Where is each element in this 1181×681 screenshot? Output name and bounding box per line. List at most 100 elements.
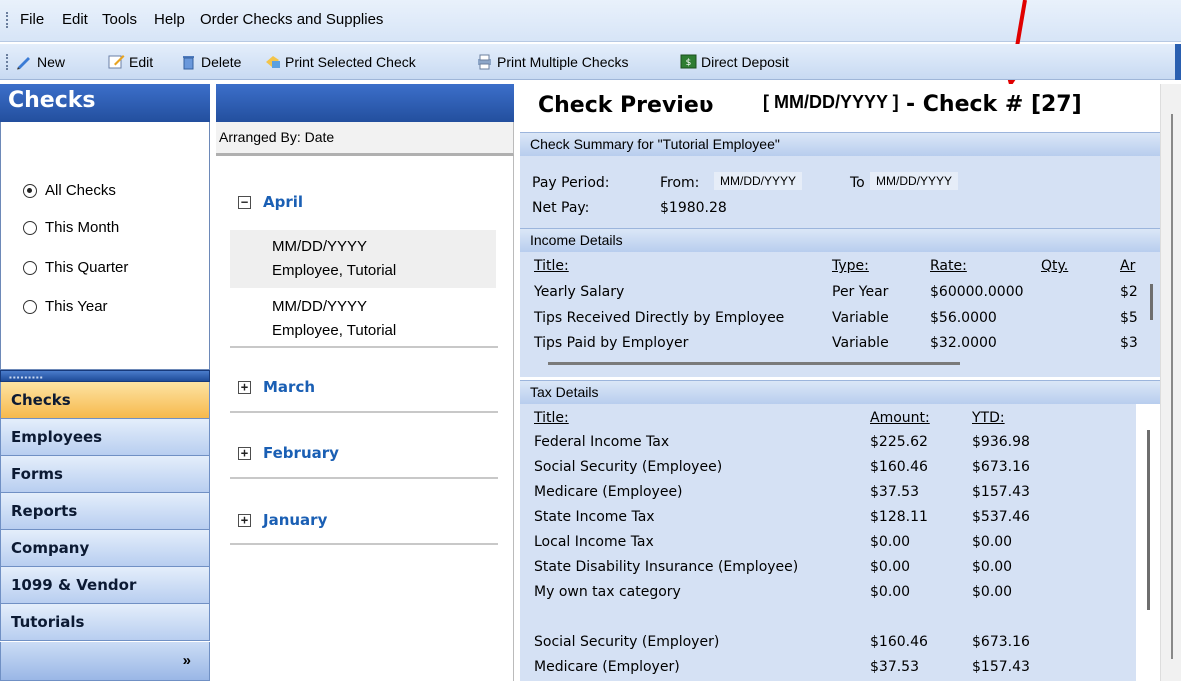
nav-forms[interactable]: Forms: [0, 456, 210, 493]
print-selected-check-button[interactable]: Print Selected Check: [264, 53, 416, 70]
filter-all-checks-label: All Checks: [45, 182, 116, 199]
nav-1099-vendor[interactable]: 1099 & Vendor: [0, 567, 210, 604]
month-group-january[interactable]: + January: [238, 511, 327, 529]
tax-row-title: Social Security (Employer): [534, 634, 720, 650]
income-vertical-scrollbar[interactable]: [1145, 280, 1157, 340]
income-col-type: Type:: [832, 258, 869, 274]
table-row: Medicare (Employer) $37.53 $157.43: [520, 657, 1120, 679]
nav-company[interactable]: Company: [0, 530, 210, 567]
edit-icon: [108, 55, 125, 69]
income-row-amount: $3: [1120, 335, 1138, 351]
radio-icon[interactable]: [23, 260, 37, 275]
svg-text:$: $: [686, 58, 692, 68]
income-row-type: Variable: [832, 310, 889, 326]
tax-row-title: Local Income Tax: [534, 534, 654, 550]
preview-check-number: - Check # [27]: [906, 92, 1082, 117]
income-row-type: Variable: [832, 335, 889, 351]
table-row: Local Income Tax $0.00 $0.00: [520, 532, 1120, 554]
expand-icon[interactable]: +: [238, 446, 251, 460]
tax-row-ytd: $0.00: [972, 534, 1013, 550]
filter-all-checks[interactable]: All Checks: [23, 182, 116, 199]
menu-help[interactable]: Help: [154, 11, 185, 28]
filter-this-quarter-label: This Quarter: [45, 259, 129, 276]
preview-vertical-scrollbar[interactable]: [1160, 84, 1181, 681]
print-selected-check-label: Print Selected Check: [285, 53, 416, 70]
edit-button[interactable]: Edit: [108, 53, 153, 70]
tax-row-title: Medicare (Employee): [534, 484, 683, 500]
nav-reports[interactable]: Reports: [0, 493, 210, 530]
divider: [230, 346, 498, 348]
print-multiple-icon: [478, 54, 491, 70]
delete-button[interactable]: Delete: [180, 53, 241, 70]
check-employee: Employee, Tutorial: [272, 262, 397, 279]
to-label: To: [850, 175, 865, 191]
tax-row-title: My own tax category: [534, 584, 681, 600]
scroll-thumb[interactable]: [1171, 114, 1173, 659]
month-group-february[interactable]: + February: [238, 444, 339, 462]
table-row: State Disability Insurance (Employee) $0.…: [520, 557, 1120, 579]
nav-splitter[interactable]: ▪▪▪▪▪▪▪▪▪: [0, 370, 210, 382]
tax-row-ytd: $157.43: [972, 484, 1030, 500]
from-date-value: MM/DD/YYYY: [714, 172, 803, 190]
toolbar: New Edit Delete Print Selected Check Pri…: [0, 44, 1181, 80]
filter-this-quarter[interactable]: This Quarter: [23, 259, 128, 276]
table-row: [520, 607, 1120, 629]
month-group-april[interactable]: − April: [238, 193, 303, 211]
radio-icon[interactable]: [23, 220, 37, 235]
check-date: MM/DD/YYYY: [272, 298, 368, 315]
table-row: Federal Income Tax $225.62 $936.98: [520, 432, 1120, 454]
checks-pane-title: Checks: [0, 84, 210, 122]
collapse-icon[interactable]: −: [238, 195, 251, 209]
filter-this-month[interactable]: This Month: [23, 219, 119, 236]
income-row-rate: $60000.0000: [930, 284, 1024, 300]
income-col-title: Title:: [534, 258, 569, 274]
income-col-qty: Qty.: [1041, 258, 1069, 274]
toolbar-grip[interactable]: [6, 54, 10, 70]
edit-button-label: Edit: [129, 53, 154, 70]
expand-icon[interactable]: +: [238, 380, 251, 394]
filter-this-year[interactable]: This Year: [23, 298, 108, 315]
divider: [230, 543, 498, 545]
table-row: My own tax category $0.00 $0.00: [520, 582, 1120, 604]
nav-tutorials[interactable]: Tutorials: [0, 604, 210, 641]
nav-checks[interactable]: Checks: [0, 382, 210, 419]
scroll-thumb[interactable]: [1150, 284, 1153, 320]
nav-overflow-button[interactable]: »: [0, 642, 210, 681]
tax-row-title: Social Security (Employee): [534, 459, 723, 475]
month-group-march[interactable]: + March: [238, 378, 315, 396]
tax-scroll-track[interactable]: [1136, 404, 1160, 681]
new-button[interactable]: New: [16, 53, 65, 70]
menu-order-checks[interactable]: Order Checks and Supplies: [200, 11, 383, 28]
check-filter-panel: All Checks This Month This Quarter This …: [0, 122, 210, 370]
income-section-header: Income Details: [520, 228, 1160, 252]
summary-section: Pay Period: From: MM/DD/YYYY To MM/DD/YY…: [520, 156, 1160, 228]
tax-row-ytd: $0.00: [972, 559, 1013, 575]
from-label: From:: [660, 175, 700, 191]
income-horizontal-scrollbar[interactable]: [548, 362, 960, 365]
print-multiple-checks-button[interactable]: Print Multiple Checks: [476, 53, 629, 70]
menu-tools[interactable]: Tools: [102, 11, 137, 28]
menu-edit[interactable]: Edit: [62, 11, 88, 28]
tax-row-amount: $0.00: [870, 559, 911, 575]
tax-table: Federal Income Tax $225.62 $936.98 Social S…: [520, 404, 1140, 681]
preview-title-text: Check Previeʋ: [538, 93, 714, 118]
radio-selected-icon[interactable]: [23, 183, 37, 198]
list-item[interactable]: MM/DD/YYYY Employee, Tutorial: [230, 230, 496, 288]
scroll-thumb[interactable]: [1147, 430, 1150, 610]
menu-grip[interactable]: [6, 12, 10, 28]
radio-icon[interactable]: [23, 299, 37, 314]
arranged-by-bar[interactable]: Arranged By: Date: [216, 122, 514, 156]
direct-deposit-button[interactable]: $ Direct Deposit: [680, 53, 789, 70]
divider: [230, 411, 498, 413]
list-item[interactable]: MM/DD/YYYY Employee, Tutorial: [230, 290, 496, 348]
month-label: March: [263, 378, 316, 396]
nav-employees[interactable]: Employees: [0, 419, 210, 456]
tax-row-title: Medicare (Employer): [534, 659, 680, 675]
income-section: Title: Type: Rate: Qty. Ar Yearly Salary…: [520, 252, 1160, 377]
expand-icon[interactable]: +: [238, 513, 251, 527]
tax-row-title: State Disability Insurance (Employee): [534, 559, 799, 575]
trash-can-icon: [183, 56, 194, 70]
menu-file[interactable]: File: [20, 11, 44, 28]
print-check-icon: [266, 56, 280, 68]
tax-row-amount: $160.46: [870, 459, 928, 475]
